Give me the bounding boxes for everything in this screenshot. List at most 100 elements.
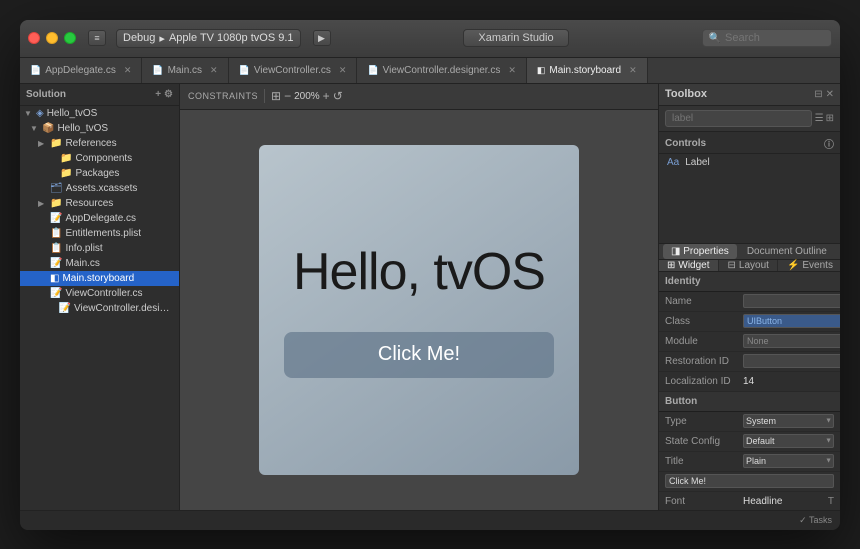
click-me-input[interactable] <box>665 474 834 488</box>
tree-label: ViewController.designer.cs <box>74 303 175 314</box>
titlebar: ≡ Debug ▸ Apple TV 1080p tvOS 9.1 ▶ Xama… <box>20 20 840 58</box>
toolbox-pin-button[interactable]: ⊟ <box>814 89 822 100</box>
tab-close-icon[interactable]: ✕ <box>629 65 637 76</box>
prop-title-row: Title Plain ▼ <box>659 452 840 472</box>
maximize-button[interactable] <box>64 32 76 44</box>
file-icon: 📄 <box>152 65 163 76</box>
tree-arrow-icon: ▼ <box>30 124 40 133</box>
tab-properties[interactable]: ◨ Properties <box>663 244 737 259</box>
tab-layout[interactable]: ⊟ Layout <box>720 260 778 271</box>
tree-item-viewcontroller-cs[interactable]: 📝 ViewController.cs <box>20 286 179 301</box>
search-input[interactable] <box>725 32 825 44</box>
tree-item-appdelegate[interactable]: 📝 AppDelegate.cs <box>20 211 179 226</box>
widget-tab-bar: ⊞ Widget ⊟ Layout ⚡ Events <box>659 260 840 272</box>
tab-close-icon[interactable]: ✕ <box>124 65 132 76</box>
toolbox-search-input[interactable] <box>665 110 812 127</box>
class-input[interactable] <box>743 314 840 328</box>
tree-item-packages[interactable]: 📁 Packages <box>20 166 179 181</box>
sidebar-toggle[interactable]: ≡ <box>88 30 106 46</box>
controls-label: Controls <box>665 138 706 149</box>
tree-item-info-plist[interactable]: 📋 Info.plist <box>20 241 179 256</box>
state-config-label: State Config <box>665 436 743 447</box>
scheme-label: Debug <box>123 32 155 44</box>
click-me-button[interactable]: Click Me! <box>284 332 554 378</box>
file-icon: 🗂 <box>50 183 63 194</box>
tree-item-main-storyboard[interactable]: ◧ Main.storyboard <box>20 271 179 286</box>
global-search[interactable]: 🔍 <box>702 29 832 47</box>
canvas-content[interactable]: Hello, tvOS Click Me! <box>180 110 658 510</box>
tree-item-components[interactable]: 📁 Components <box>20 151 179 166</box>
doc-outline-tab-label: Document Outline <box>747 246 827 257</box>
tree-item-project[interactable]: ▼ 📦 Hello_tvOS <box>20 121 179 136</box>
tab-label: AppDelegate.cs <box>45 65 116 76</box>
toolbox-title: Toolbox <box>665 88 707 100</box>
tree-item-entitlements[interactable]: 📋 Entitlements.plist <box>20 226 179 241</box>
toolbox-grid-view-button[interactable]: ⊞ <box>826 113 834 124</box>
properties-panel: ◨ Properties Document Outline ⊞ Widget ⊟… <box>659 244 840 510</box>
zoom-in-button[interactable]: + <box>323 89 330 103</box>
tree-item-main-cs[interactable]: 📝 Main.cs <box>20 256 179 271</box>
zoom-controls: ⊞ − 200% + ↺ <box>271 89 343 103</box>
prop-localization-row: Localization ID 14 <box>659 372 840 392</box>
close-button[interactable] <box>28 32 40 44</box>
run-button[interactable]: ▶ <box>313 30 331 46</box>
tree-item-resources[interactable]: ▶ 📁 Resources <box>20 196 179 211</box>
outline-tab-bar: ◨ Properties Document Outline <box>659 244 840 260</box>
cs-file-icon: 📝 <box>50 288 62 299</box>
tab-widget[interactable]: ⊞ Widget <box>659 260 719 271</box>
app-name-label: Xamarin Studio <box>463 29 568 47</box>
toolbox-buttons: ⊟ ✕ <box>814 89 834 100</box>
tab-document-outline[interactable]: Document Outline <box>739 244 835 259</box>
zoom-reset-button[interactable]: ↺ <box>333 89 343 103</box>
statusbar: ✓ Tasks <box>20 510 840 530</box>
device-frame: Hello, tvOS Click Me! <box>259 145 579 475</box>
tab-appdelegate[interactable]: 📄 AppDelegate.cs ✕ <box>20 58 142 83</box>
tab-label: Main.cs <box>168 65 202 76</box>
prop-class-row: Class ▼ <box>659 312 840 332</box>
sidebar-settings-icon[interactable]: ⚙ <box>164 89 173 100</box>
restoration-input[interactable] <box>743 354 840 368</box>
toolbox-item-label[interactable]: Aa Label <box>659 154 840 171</box>
toolbox-close-button[interactable]: ✕ <box>826 89 834 100</box>
minimize-button[interactable] <box>46 32 58 44</box>
tree-label: Hello_tvOS <box>47 108 98 119</box>
tree-label: Main.cs <box>65 258 99 269</box>
tree-label: References <box>65 138 116 149</box>
tab-main-storyboard[interactable]: ◧ Main.storyboard ✕ <box>527 58 648 83</box>
layout-tab-label: Layout <box>739 260 769 271</box>
tab-events[interactable]: ⚡ Events <box>779 260 840 271</box>
tree-item-viewcontroller-designer[interactable]: 📝 ViewController.designer.cs <box>20 301 179 316</box>
tree-item-references[interactable]: ▶ 📁 References <box>20 136 179 151</box>
tab-close-icon[interactable]: ✕ <box>508 65 516 76</box>
tab-viewcontroller-designer[interactable]: 📄 ViewController.designer.cs ✕ <box>357 58 526 83</box>
tab-close-icon[interactable]: ✕ <box>210 65 218 76</box>
prop-state-config-row: State Config Default ▼ <box>659 432 840 452</box>
search-icon: 🔍 <box>709 33 721 44</box>
tab-viewcontroller[interactable]: 📄 ViewController.cs ✕ <box>229 58 358 83</box>
module-label: Module <box>665 336 743 347</box>
tree-label: Components <box>75 153 132 164</box>
sidebar-add-icon[interactable]: + <box>155 89 161 100</box>
tree-item-solution[interactable]: ▼ ◈ Hello_tvOS <box>20 106 179 121</box>
properties-tab-label: Properties <box>683 246 729 257</box>
tab-main[interactable]: 📄 Main.cs ✕ <box>142 58 228 83</box>
tab-close-icon[interactable]: ✕ <box>339 65 347 76</box>
state-select[interactable]: Default <box>743 434 834 448</box>
scheme-selector[interactable]: Debug ▸ Apple TV 1080p tvOS 9.1 <box>116 29 301 48</box>
module-input[interactable] <box>743 334 840 348</box>
name-input[interactable] <box>743 294 840 308</box>
type-label: Type <box>665 416 743 427</box>
events-tab-label: Events <box>802 260 833 271</box>
toolbox-list-view-button[interactable]: ☰ <box>815 113 824 124</box>
hello-text-label: Hello, tvOS <box>293 242 545 302</box>
type-select[interactable]: System <box>743 414 834 428</box>
toolbox-item-name: Label <box>685 157 709 168</box>
sidebar: Solution + ⚙ ▼ ◈ Hello_tvOS ▼ 📦 Hello_tv… <box>20 84 180 510</box>
prop-restoration-row: Restoration ID <box>659 352 840 372</box>
font-edit-icon[interactable]: T <box>828 496 834 507</box>
zoom-out-button[interactable]: − <box>284 89 291 103</box>
title-select[interactable]: Plain <box>743 454 834 468</box>
tree-item-assets[interactable]: 🗂 Assets.xcassets <box>20 181 179 196</box>
zoom-fit-button[interactable]: ⊞ <box>271 89 281 103</box>
traffic-lights <box>28 32 76 44</box>
